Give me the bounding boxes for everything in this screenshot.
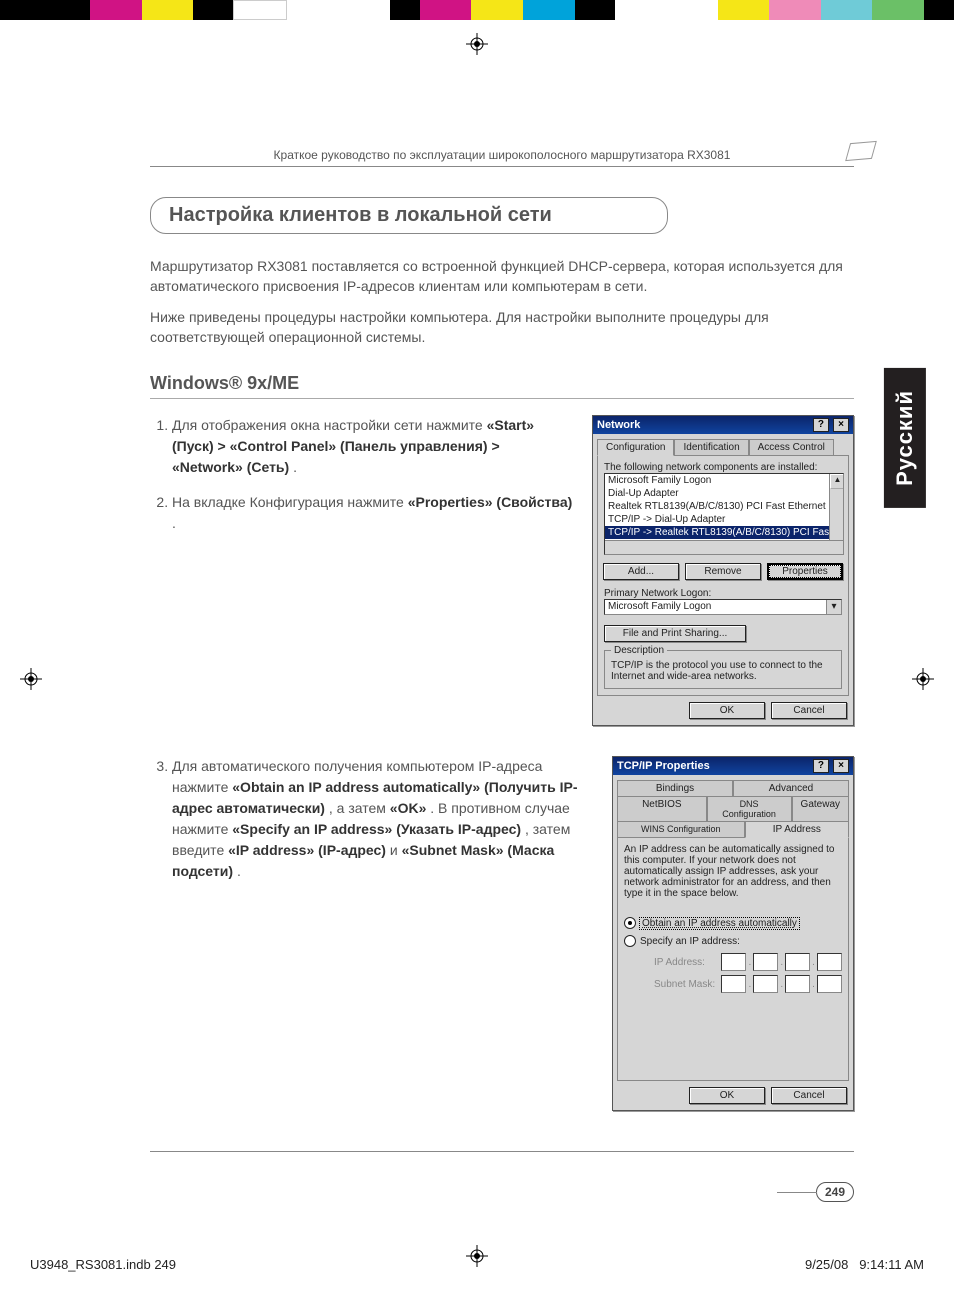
tab-access-control[interactable]: Access Control — [749, 439, 834, 456]
close-button[interactable]: × — [833, 418, 849, 432]
registration-mark-left — [20, 668, 42, 695]
radio-specify-label: Specify an IP address: — [640, 936, 740, 947]
list-item[interactable]: Realtek RTL8139(A/B/C/8130) PCI Fast Eth… — [605, 500, 843, 513]
radio-icon — [624, 935, 636, 947]
ok-button[interactable]: OK — [689, 1087, 765, 1104]
print-footer: U3948_RS3081.indb 249 9/25/08 9:14:11 AM — [0, 1257, 954, 1272]
scrollbar-vertical[interactable]: ▲ — [829, 474, 843, 540]
subnet-mask-label: Subnet Mask: — [654, 979, 719, 990]
description-text: TCP/IP is the protocol you use to connec… — [611, 660, 835, 682]
network-dialog-title: Network — [597, 419, 640, 431]
add-button[interactable]: Add... — [603, 563, 679, 580]
step-1: Для отображения окна настройки сети нажм… — [172, 415, 574, 478]
tab-netbios[interactable]: NetBIOS — [617, 796, 707, 821]
section-title-box: Настройка клиентов в локальной сети — [150, 197, 668, 234]
network-tabs: Configuration Identification Access Cont… — [593, 434, 853, 455]
radio-specify[interactable]: Specify an IP address: — [624, 935, 842, 947]
step-2: На вкладке Конфигурация нажмите «Propert… — [172, 492, 574, 534]
subnet-octet-input[interactable] — [785, 975, 810, 993]
printer-colorbar-top — [0, 0, 954, 20]
tcpip-blurb: An IP address can be automatically assig… — [624, 844, 842, 899]
registration-mark-right — [912, 668, 934, 695]
properties-button[interactable]: Properties — [767, 563, 843, 580]
tcpip-dialog-title: TCP/IP Properties — [617, 760, 710, 772]
tab-configuration[interactable]: Configuration — [597, 439, 674, 456]
network-dialog-titlebar: Network ? × — [593, 416, 853, 434]
tab-identification[interactable]: Identification — [674, 439, 748, 456]
tcpip-dialog: TCP/IP Properties ? × Bindings Advanced … — [612, 756, 854, 1111]
subnet-octet-input[interactable] — [817, 975, 842, 993]
primary-logon-label: Primary Network Logon: — [604, 588, 842, 599]
remove-button[interactable]: Remove — [685, 563, 761, 580]
list-item[interactable]: Dial-Up Adapter — [605, 487, 843, 500]
radio-obtain-auto[interactable]: Obtain an IP address automatically — [624, 917, 842, 929]
list-item-selected[interactable]: TCP/IP -> Realtek RTL8139(A/B/C/8130) PC… — [605, 526, 843, 539]
help-button[interactable]: ? — [813, 759, 829, 773]
cancel-button[interactable]: Cancel — [771, 1087, 847, 1104]
page-number: 249 — [816, 1182, 854, 1202]
language-tab: Русский — [884, 368, 926, 508]
radio-obtain-label: Obtain an IP address automatically — [640, 918, 799, 929]
step-3-text: Для автоматического получения компьютеро… — [150, 756, 594, 1111]
step-3: Для автоматического получения компьютеро… — [172, 756, 594, 882]
dropdown-arrow-icon[interactable]: ▾ — [826, 600, 841, 614]
ip-octet-input[interactable] — [721, 953, 746, 971]
intro-paragraph-1: Маршрутизатор RX3081 поставляется со вст… — [150, 256, 854, 297]
primary-logon-value: Microsoft Family Logon — [608, 601, 711, 612]
tab-bindings[interactable]: Bindings — [617, 780, 733, 796]
print-time: 9:14:11 AM — [859, 1257, 924, 1272]
router-icon — [845, 141, 877, 161]
ip-address-row: IP Address: . . . — [654, 953, 842, 971]
list-item[interactable]: TCP/IP -> Dial-Up Adapter — [605, 513, 843, 526]
scrollbar-horizontal[interactable] — [605, 540, 843, 554]
ip-address-label: IP Address: — [654, 957, 719, 968]
ip-octet-input[interactable] — [785, 953, 810, 971]
radio-icon — [624, 917, 636, 929]
intro-paragraph-2: Ниже приведены процедуры настройки компь… — [150, 307, 854, 348]
subnet-octet-input[interactable] — [721, 975, 746, 993]
tab-gateway[interactable]: Gateway — [792, 796, 849, 821]
list-item[interactable]: Microsoft Family Logon — [605, 474, 843, 487]
tcpip-dialog-titlebar: TCP/IP Properties ? × — [613, 757, 853, 775]
registration-mark-top — [0, 20, 954, 68]
steps-1-2: Для отображения окна настройки сети нажм… — [150, 415, 574, 726]
subnet-mask-row: Subnet Mask: . . . — [654, 975, 842, 993]
registration-mark-bottom — [0, 1232, 954, 1280]
print-date: 9/25/08 — [805, 1257, 848, 1272]
tab-dns[interactable]: DNS Configuration — [707, 796, 792, 821]
tab-ip-address[interactable]: IP Address — [745, 821, 849, 838]
ok-button[interactable]: OK — [689, 702, 765, 719]
subnet-octet-input[interactable] — [753, 975, 778, 993]
section-title: Настройка клиентов в локальной сети — [169, 204, 649, 227]
running-header-text: Краткое руководство по эксплуатации широ… — [274, 148, 731, 162]
description-fieldset: Description TCP/IP is the protocol you u… — [604, 650, 842, 689]
cancel-button[interactable]: Cancel — [771, 702, 847, 719]
subsection-heading: Windows® 9x/ME — [150, 373, 854, 399]
primary-logon-combo[interactable]: Microsoft Family Logon ▾ — [604, 599, 842, 615]
close-button[interactable]: × — [833, 759, 849, 773]
description-legend: Description — [611, 645, 667, 656]
help-button[interactable]: ? — [813, 418, 829, 432]
scroll-up-icon[interactable]: ▲ — [830, 474, 844, 489]
ip-octet-input[interactable] — [753, 953, 778, 971]
tab-wins[interactable]: WINS Configuration — [617, 821, 745, 838]
running-header: Краткое руководство по эксплуатации широ… — [150, 148, 854, 167]
file-info: U3948_RS3081.indb 249 — [30, 1257, 176, 1272]
file-print-sharing-button[interactable]: File and Print Sharing... — [604, 625, 746, 642]
ip-octet-input[interactable] — [817, 953, 842, 971]
footer-rule — [150, 1151, 854, 1152]
tcpip-tabs: Bindings Advanced NetBIOS DNS Configurat… — [613, 775, 853, 837]
network-components-list[interactable]: Microsoft Family Logon Dial-Up Adapter R… — [604, 473, 844, 555]
page-number-box: 249 — [150, 1182, 854, 1202]
tab-advanced[interactable]: Advanced — [733, 780, 849, 796]
subsection-title: Windows® 9x/ME — [150, 373, 854, 394]
network-dialog: Network ? × Configuration Identification… — [592, 415, 854, 726]
components-label: The following network components are ins… — [604, 462, 842, 473]
